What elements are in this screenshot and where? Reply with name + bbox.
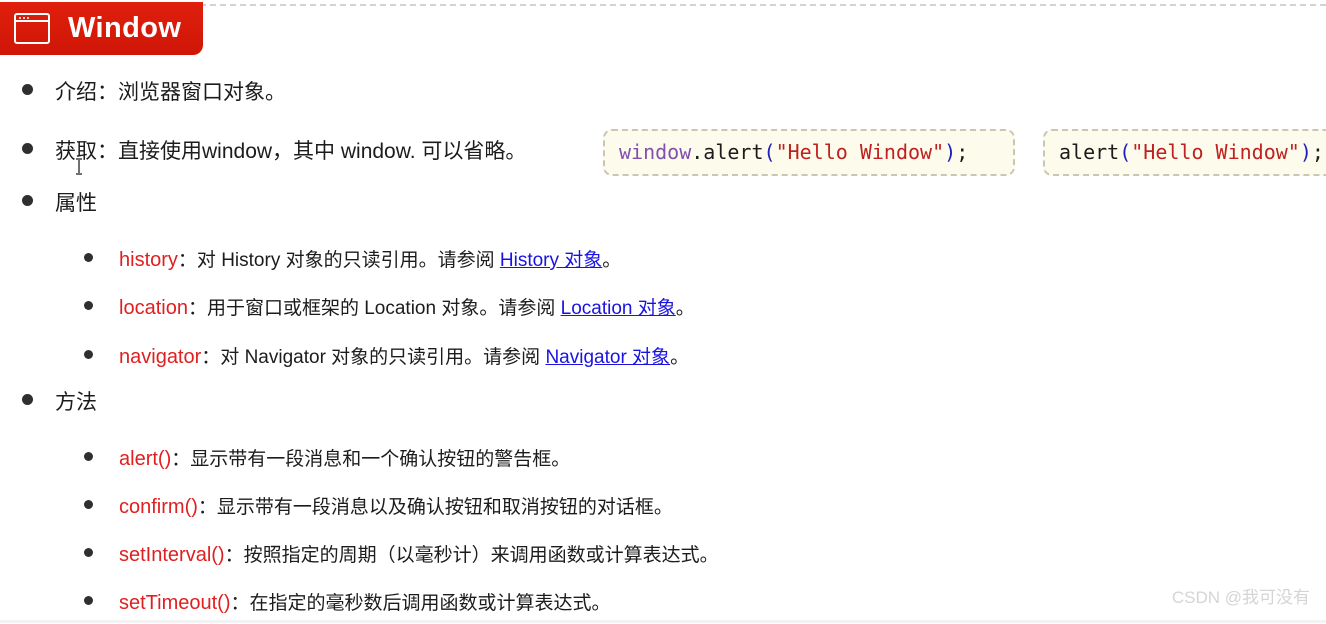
browser-window-icon-dot <box>26 16 29 19</box>
method-description: 按照指定的周期（以毫秒计）来调用函数或计算表达式。 <box>243 545 719 566</box>
method-separator: ： <box>171 449 191 470</box>
page-title: Window <box>68 12 182 44</box>
watermark: CSDN @我可没有 <box>1171 588 1310 607</box>
code-string: "Hello Window" <box>1131 140 1300 164</box>
bullet-icon <box>84 253 93 262</box>
list-item-method: alert()：显示带有一段消息和一个确认按钮的警告框。 <box>84 444 570 471</box>
bullet-icon <box>84 596 93 605</box>
method-name: confirm() <box>119 496 198 518</box>
list-item-method: confirm()：显示带有一段消息以及确认按钮和取消按钮的对话框。 <box>84 492 673 519</box>
method-separator: ： <box>224 545 244 566</box>
method-entry: alert()：显示带有一段消息和一个确认按钮的警告框。 <box>119 444 570 471</box>
page-header-banner: Window <box>0 2 204 55</box>
code-close-paren: ) <box>1299 140 1312 164</box>
list-item-method: setTimeout()：在指定的毫秒数后调用函数或计算表达式。 <box>84 588 611 615</box>
property-name: navigator <box>119 346 202 368</box>
methods-heading: 方法 <box>55 391 97 414</box>
list-item-intro: 介绍：浏览器窗口对象。 <box>22 80 286 105</box>
property-description-tail: 。 <box>670 347 690 368</box>
property-description: 对 Navigator 对象的只读引用。请参阅 <box>220 347 546 368</box>
method-description: 显示带有一段消息和一个确认按钮的警告框。 <box>190 449 571 470</box>
browser-window-icon <box>14 13 50 44</box>
text-cursor-icon <box>76 158 89 176</box>
property-description-tail: 。 <box>602 250 622 271</box>
code-semicolon: ; <box>956 140 969 164</box>
property-link[interactable]: Location 对象 <box>561 298 676 319</box>
method-name: alert() <box>119 448 172 470</box>
bullet-icon <box>22 143 33 154</box>
bullet-icon <box>84 301 93 310</box>
property-separator: ： <box>187 298 207 319</box>
property-separator: ： <box>177 250 197 271</box>
browser-window-icon-titlebar <box>16 15 48 22</box>
property-description: 对 History 对象的只读引用。请参阅 <box>196 250 500 271</box>
property-name: history <box>119 249 178 271</box>
bottom-cut-edge <box>0 620 1326 623</box>
method-separator: ： <box>197 497 217 518</box>
bullet-icon <box>84 350 93 359</box>
code-block-alert: alert("Hello Window"); <box>1043 129 1326 176</box>
access-text: 获取：直接使用window，其中 window. 可以省略。 <box>55 139 526 164</box>
code-object: window <box>619 140 692 164</box>
method-name: setInterval() <box>119 544 225 566</box>
property-description: 用于窗口或框架的 Location 对象。请参阅 <box>206 298 561 319</box>
list-item-method: setInterval()：按照指定的周期（以毫秒计）来调用函数或计算表达式。 <box>84 540 719 567</box>
text-cursor-cap-bottom <box>76 173 82 175</box>
browser-window-icon-dot <box>18 16 21 19</box>
list-item-access: 获取：直接使用window，其中 window. 可以省略。 <box>22 139 526 164</box>
bullet-icon <box>22 84 33 95</box>
property-description-tail: 。 <box>675 298 695 319</box>
code-function: alert <box>1059 140 1120 164</box>
code-semicolon: ; <box>1311 140 1324 164</box>
property-separator: ： <box>201 347 221 368</box>
bullet-icon <box>84 452 93 461</box>
property-link[interactable]: History 对象 <box>500 250 602 271</box>
text-cursor-cap-top <box>76 158 82 160</box>
property-entry: location：用于窗口或框架的 Location 对象。请参阅 Locati… <box>119 293 695 320</box>
list-item-properties-heading: 属性 <box>22 191 97 216</box>
method-entry: confirm()：显示带有一段消息以及确认按钮和取消按钮的对话框。 <box>119 492 673 519</box>
property-link[interactable]: Navigator 对象 <box>545 347 670 368</box>
code-block-window-alert: window.alert("Hello Window"); <box>603 129 1015 176</box>
code-open-paren: ( <box>763 140 776 164</box>
bullet-icon <box>84 548 93 557</box>
property-name: location <box>119 297 188 319</box>
bullet-icon <box>22 394 33 405</box>
access-body: 直接使用window，其中 window. 可以省略。 <box>118 140 527 163</box>
property-entry: navigator：对 Navigator 对象的只读引用。请参阅 Naviga… <box>119 342 689 369</box>
code-open-paren: ( <box>1119 140 1132 164</box>
property-entry: history：对 History 对象的只读引用。请参阅 History 对象… <box>119 245 621 272</box>
list-item-property: history：对 History 对象的只读引用。请参阅 History 对象… <box>84 245 621 272</box>
list-item-methods-heading: 方法 <box>22 390 97 415</box>
intro-body: 浏览器窗口对象。 <box>118 81 286 104</box>
code-close-paren: ) <box>944 140 957 164</box>
method-separator: ： <box>230 593 250 614</box>
method-entry: setInterval()：按照指定的周期（以毫秒计）来调用函数或计算表达式。 <box>119 540 719 567</box>
method-name: setTimeout() <box>119 592 231 614</box>
list-item-property: location：用于窗口或框架的 Location 对象。请参阅 Locati… <box>84 293 695 320</box>
code-function: alert <box>703 140 764 164</box>
properties-heading: 属性 <box>55 192 97 215</box>
intro-label: 介绍： <box>55 81 118 104</box>
bullet-icon <box>22 195 33 206</box>
code-dot: . <box>691 140 704 164</box>
code-string: "Hello Window" <box>775 140 945 164</box>
top-dashed-divider <box>180 4 1326 6</box>
method-description: 显示带有一段消息以及确认按钮和取消按钮的对话框。 <box>216 497 673 518</box>
bullet-icon <box>84 500 93 509</box>
intro-text: 介绍：浏览器窗口对象。 <box>55 80 286 105</box>
browser-window-icon-dot <box>22 16 25 19</box>
list-item-property: navigator：对 Navigator 对象的只读引用。请参阅 Naviga… <box>84 342 689 369</box>
method-entry: setTimeout()：在指定的毫秒数后调用函数或计算表达式。 <box>119 588 611 615</box>
method-description: 在指定的毫秒数后调用函数或计算表达式。 <box>249 593 611 614</box>
